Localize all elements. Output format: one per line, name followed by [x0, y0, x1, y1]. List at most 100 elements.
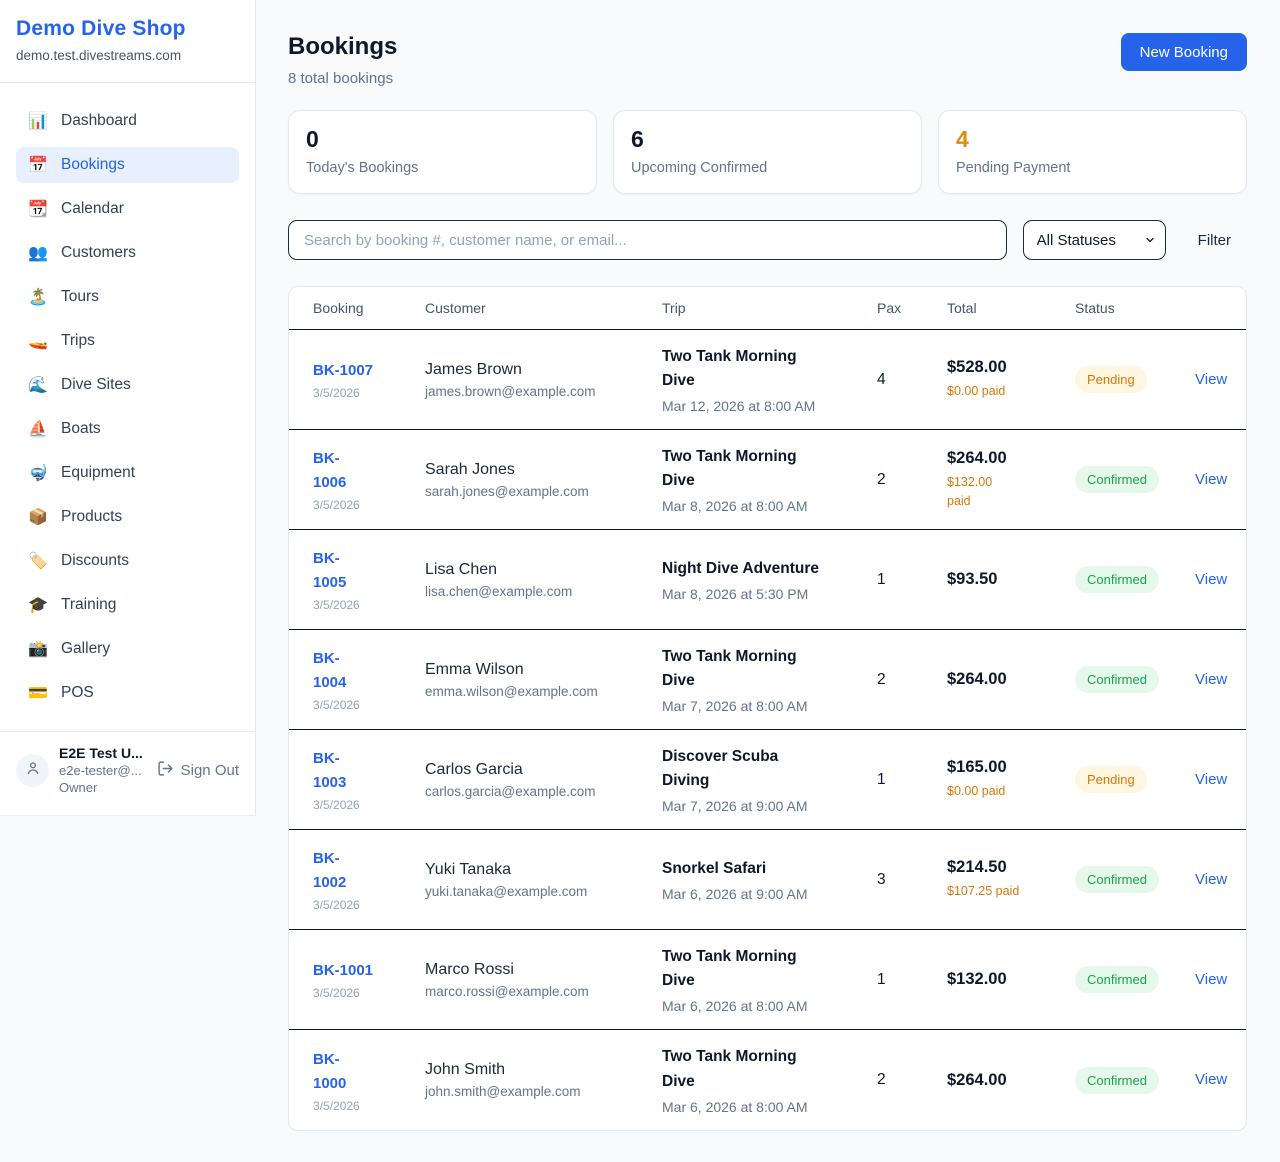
user-section: E2E Test U... e2e-tester@... Owner Sign … [0, 731, 255, 815]
total-amount: $132.00 [947, 970, 1075, 989]
paid-amount: $132.00 paid [947, 473, 1075, 511]
user-name: E2E Test U... [59, 745, 143, 761]
table-body: BK-1007 3/5/2026 James Brown james.brown… [289, 330, 1246, 1130]
status-select-wrap: All Statuses [1023, 220, 1166, 260]
booking-date: 3/5/2026 [313, 898, 425, 912]
stat-value: 0 [306, 126, 579, 153]
sidebar-item-discounts[interactable]: 🏷️ Discounts [16, 543, 239, 579]
trip-datetime: Mar 6, 2026 at 9:00 AM [662, 886, 877, 902]
avatar [16, 754, 49, 787]
sidebar-item-training[interactable]: 🎓 Training [16, 587, 239, 623]
customer-email: john.smith@example.com [425, 1084, 662, 1099]
view-link[interactable]: View [1195, 771, 1227, 788]
sidebar-item-label: Discounts [61, 552, 129, 570]
column-header-customer: Customer [425, 300, 662, 316]
sidebar-item-customers[interactable]: 👥 Customers [16, 235, 239, 271]
sidebar-item-trips[interactable]: 🚤 Trips [16, 323, 239, 359]
status-badge: Confirmed [1075, 566, 1159, 593]
booking-date: 3/5/2026 [313, 386, 425, 400]
page-subtitle: 8 total bookings [288, 70, 397, 87]
booking-id-link[interactable]: BK- 1000 [313, 1048, 425, 1096]
booking-id-link[interactable]: BK- 1006 [313, 447, 425, 495]
trip-name: Snorkel Safari [662, 857, 877, 881]
booking-cell: BK- 1003 3/5/2026 [313, 747, 425, 812]
booking-id-link[interactable]: BK-1007 [313, 359, 425, 383]
customer-cell: Yuki Tanaka yuki.tanaka@example.com [425, 861, 662, 899]
stat-card: 0 Today's Bookings [288, 110, 597, 194]
sidebar-nav: 📊 Dashboard 📅 Bookings 📆 Calendar 👥 Cust… [0, 83, 255, 731]
customer-name: Marco Rossi [425, 961, 662, 979]
booking-cell: BK- 1005 3/5/2026 [313, 547, 425, 612]
trip-cell: Discover Scuba Diving Mar 7, 2026 at 9:0… [662, 745, 877, 814]
calendar-icon: 📆 [27, 199, 49, 219]
booking-id-link[interactable]: BK- 1005 [313, 547, 425, 595]
customer-name: Sarah Jones [425, 461, 662, 479]
filter-row: All Statuses Filter [288, 220, 1247, 260]
paid-amount: $107.25 paid [947, 882, 1075, 901]
customer-name: Carlos Garcia [425, 761, 662, 779]
sidebar-item-dive-sites[interactable]: 🌊 Dive Sites [16, 367, 239, 403]
actions-cell: View [1195, 671, 1230, 689]
booking-id-link[interactable]: BK- 1003 [313, 747, 425, 795]
sidebar-item-bookings[interactable]: 📅 Bookings [16, 147, 239, 183]
trip-cell: Night Dive Adventure Mar 8, 2026 at 5:30… [662, 557, 877, 602]
sidebar-item-calendar[interactable]: 📆 Calendar [16, 191, 239, 227]
sidebar-item-boats[interactable]: ⛵ Boats [16, 411, 239, 447]
table-row: BK- 1003 3/5/2026 Carlos Garcia carlos.g… [289, 730, 1246, 830]
booking-date: 3/5/2026 [313, 986, 425, 1000]
bookings-icon: 📅 [27, 155, 49, 175]
user-email: e2e-tester@... [59, 763, 143, 778]
customer-name: John Smith [425, 1061, 662, 1079]
sidebar-item-tours[interactable]: 🏝️ Tours [16, 279, 239, 315]
discounts-icon: 🏷️ [27, 551, 49, 571]
total-amount: $165.00 [947, 758, 1075, 777]
customers-icon: 👥 [27, 243, 49, 263]
view-link[interactable]: View [1195, 871, 1227, 888]
view-link[interactable]: View [1195, 471, 1227, 488]
sign-out-icon [157, 760, 174, 781]
stat-value: 6 [631, 126, 904, 153]
status-badge: Confirmed [1075, 966, 1159, 993]
total-cell: $132.00 [947, 970, 1075, 989]
status-cell: Confirmed [1075, 666, 1195, 693]
page-header: Bookings 8 total bookings New Booking [288, 33, 1247, 87]
trip-cell: Two Tank Morning Dive Mar 12, 2026 at 8:… [662, 345, 877, 414]
sidebar-item-pos[interactable]: 💳 POS [16, 675, 239, 711]
sidebar-item-dashboard[interactable]: 📊 Dashboard [16, 103, 239, 139]
actions-cell: View [1195, 771, 1230, 789]
column-header-trip: Trip [662, 300, 877, 316]
booking-id-link[interactable]: BK-1001 [313, 959, 425, 983]
column-header-pax: Pax [877, 300, 947, 316]
sign-out-button[interactable]: Sign Out [157, 760, 239, 781]
person-icon [25, 760, 41, 781]
pax-value: 2 [877, 1071, 947, 1089]
view-link[interactable]: View [1195, 571, 1227, 588]
trip-cell: Two Tank Morning Dive Mar 7, 2026 at 8:0… [662, 645, 877, 714]
customer-cell: Sarah Jones sarah.jones@example.com [425, 461, 662, 499]
total-cell: $264.00 [947, 670, 1075, 689]
view-link[interactable]: View [1195, 371, 1227, 388]
booking-cell: BK- 1002 3/5/2026 [313, 847, 425, 912]
view-link[interactable]: View [1195, 671, 1227, 688]
pax-value: 4 [877, 371, 947, 389]
sidebar-item-equipment[interactable]: 🤿 Equipment [16, 455, 239, 491]
total-cell: $93.50 [947, 570, 1075, 589]
customer-cell: Lisa Chen lisa.chen@example.com [425, 561, 662, 599]
booking-cell: BK-1007 3/5/2026 [313, 359, 425, 400]
search-input[interactable] [288, 220, 1007, 260]
new-booking-button[interactable]: New Booking [1121, 33, 1247, 71]
status-select[interactable]: All Statuses [1023, 220, 1166, 260]
booking-id-link[interactable]: BK- 1002 [313, 847, 425, 895]
dive-sites-icon: 🌊 [27, 375, 49, 395]
booking-id-link[interactable]: BK- 1004 [313, 647, 425, 695]
view-link[interactable]: View [1195, 1071, 1227, 1088]
customer-email: carlos.garcia@example.com [425, 784, 662, 799]
booking-date: 3/5/2026 [313, 698, 425, 712]
table-row: BK-1001 3/5/2026 Marco Rossi marco.rossi… [289, 930, 1246, 1030]
view-link[interactable]: View [1195, 971, 1227, 988]
customer-email: emma.wilson@example.com [425, 684, 662, 699]
column-header-total: Total [947, 300, 1075, 316]
sidebar-item-products[interactable]: 📦 Products [16, 499, 239, 535]
trip-name: Two Tank Morning Dive [662, 945, 877, 993]
sidebar-item-gallery[interactable]: 📸 Gallery [16, 631, 239, 667]
